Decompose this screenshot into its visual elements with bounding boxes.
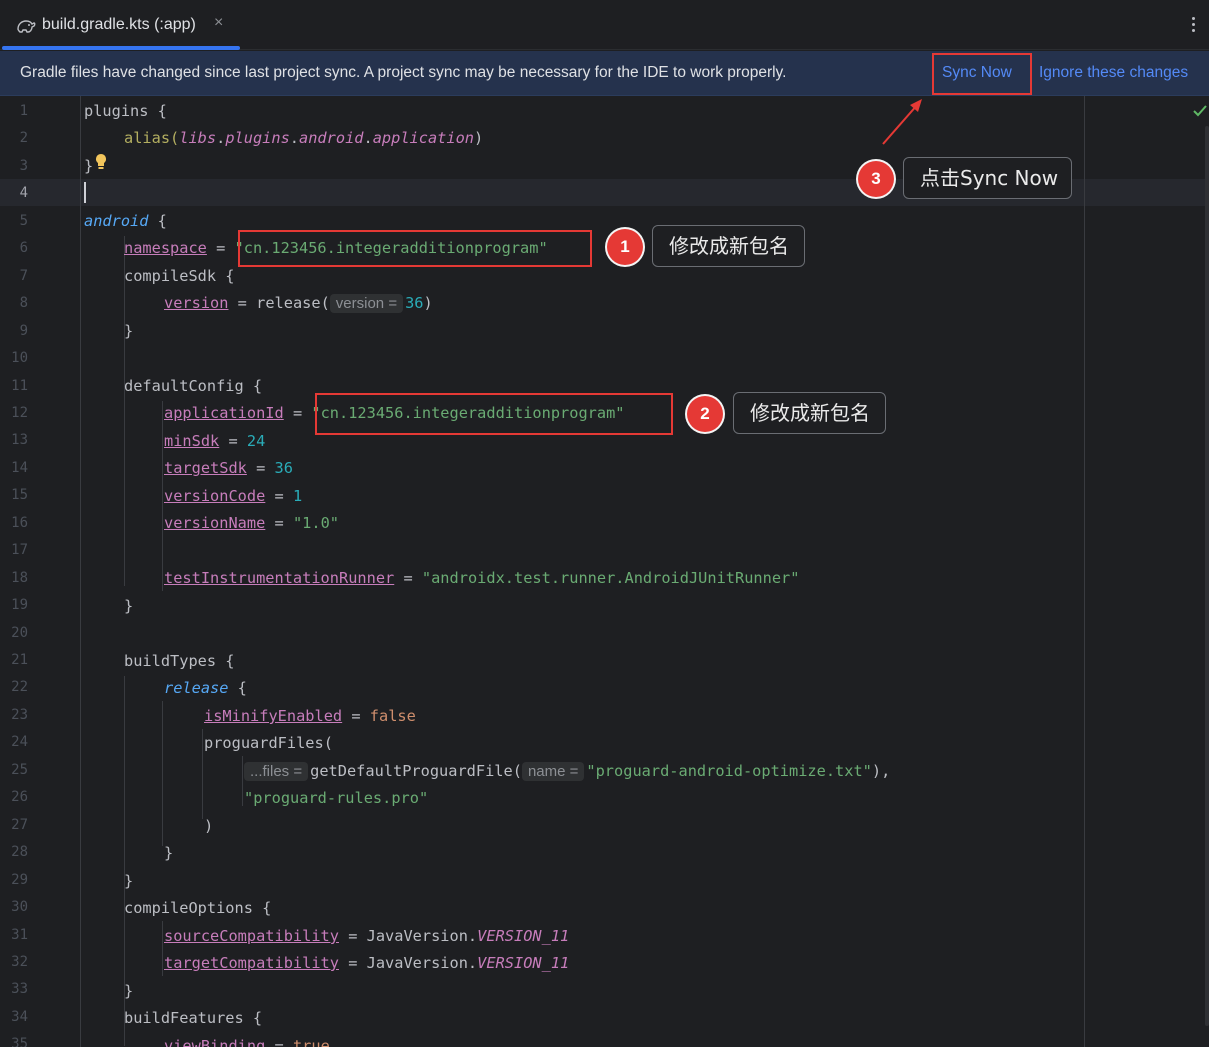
- code-line[interactable]: viewBinding = true: [0, 1033, 1209, 1047]
- parameter-hint: version =: [329, 294, 404, 313]
- namespace-highlight-box: [238, 230, 592, 267]
- code-line[interactable]: proguardFiles(: [0, 730, 1209, 757]
- step-3-badge: 3: [858, 161, 894, 197]
- line-number-row: 20: [0, 620, 1209, 647]
- code-line[interactable]: testInstrumentationRunner = "androidx.te…: [0, 565, 1209, 592]
- code-line[interactable]: "proguard-rules.pro": [0, 785, 1209, 812]
- arrow-icon: [882, 99, 922, 145]
- step-2-badge: 2: [687, 396, 723, 432]
- code-line[interactable]: versionName = "1.0": [0, 510, 1209, 537]
- line-number: 17: [11, 542, 28, 559]
- step-1-badge: 1: [607, 229, 643, 265]
- code-line[interactable]: android {: [0, 208, 1209, 235]
- code-line[interactable]: }: [0, 840, 1209, 867]
- code-line[interactable]: plugins {: [0, 98, 1209, 125]
- code-line[interactable]: }: [0, 868, 1209, 895]
- code-line[interactable]: }: [0, 318, 1209, 345]
- active-tab-indicator: [2, 46, 240, 50]
- code-line[interactable]: compileSdk {: [0, 263, 1209, 290]
- line-number: 4: [19, 185, 28, 202]
- code-line[interactable]: buildTypes {: [0, 648, 1209, 675]
- code-editor[interactable]: 1 2 3 4 5 6 7 8 9 10 11 12 13 14 15 16 17 18 19 20 21 22 23 24 2…: [0, 96, 1209, 1047]
- lightbulb-icon[interactable]: [94, 153, 108, 171]
- tab-title: build.gradle.kts (:app): [42, 16, 196, 33]
- editor-tab-bar: build.gradle.kts (:app) ×: [0, 0, 1209, 50]
- step-2-callout: 修改成新包名: [733, 392, 886, 434]
- sync-now-highlight-box: [932, 53, 1032, 95]
- ignore-changes-link[interactable]: Ignore these changes: [1039, 64, 1188, 82]
- line-number-row: 10: [0, 345, 1209, 372]
- code-line[interactable]: ): [0, 813, 1209, 840]
- line-number: 10: [11, 350, 28, 367]
- code-line[interactable]: targetCompatibility = JavaVersion.VERSIO…: [0, 950, 1209, 977]
- parameter-hint: ...files =: [244, 762, 309, 781]
- more-options-icon[interactable]: [1185, 14, 1201, 36]
- line-number-row: 17: [0, 537, 1209, 564]
- application-id-highlight-box: [315, 393, 673, 435]
- banner-message: Gradle files have changed since last pro…: [20, 64, 787, 81]
- step-3-callout: 点击Sync Now: [903, 157, 1072, 199]
- code-line[interactable]: }: [0, 593, 1209, 620]
- code-line[interactable]: isMinifyEnabled = false: [0, 703, 1209, 730]
- code-line[interactable]: targetSdk = 36: [0, 455, 1209, 482]
- step-1-callout: 修改成新包名: [652, 225, 805, 267]
- code-line[interactable]: versionCode = 1: [0, 483, 1209, 510]
- tab-build-gradle-kts[interactable]: build.gradle.kts (:app) ×: [0, 0, 240, 50]
- code-line[interactable]: }: [0, 978, 1209, 1005]
- gradle-elephant-icon: [17, 20, 36, 33]
- code-line[interactable]: release {: [0, 675, 1209, 702]
- code-line[interactable]: alias(libs.plugins.android.application): [0, 125, 1209, 152]
- code-line[interactable]: buildFeatures {: [0, 1005, 1209, 1032]
- close-icon[interactable]: ×: [214, 14, 223, 32]
- line-number: 20: [11, 624, 28, 641]
- code-line[interactable]: version = release(version = 36): [0, 290, 1209, 317]
- parameter-hint: name =: [521, 762, 585, 781]
- text-caret: [84, 182, 86, 203]
- code-line[interactable]: namespace = "cn.123456.integeradditionpr…: [0, 235, 1209, 262]
- code-line[interactable]: compileOptions {: [0, 895, 1209, 922]
- code-line[interactable]: ...files = getDefaultProguardFile(name = "…: [0, 758, 1209, 785]
- code-line[interactable]: sourceCompatibility = JavaVersion.VERSIO…: [0, 923, 1209, 950]
